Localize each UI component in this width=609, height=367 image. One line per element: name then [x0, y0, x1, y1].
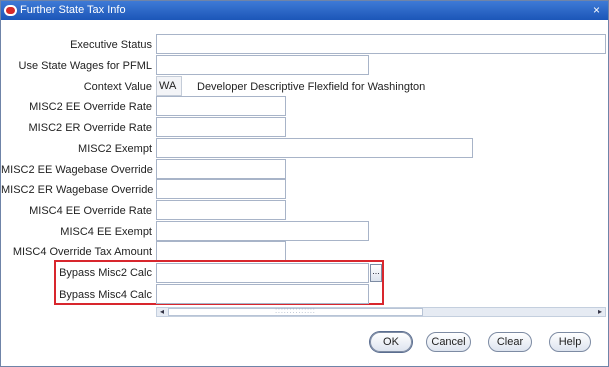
close-icon[interactable]: × [589, 3, 604, 17]
further-state-tax-info-window: Further State Tax Info × Executive Statu… [0, 0, 609, 367]
title-bar[interactable]: Further State Tax Info × [1, 1, 608, 20]
misc4-ee-exempt-field[interactable] [156, 221, 369, 241]
horizontal-scrollbar[interactable]: ◂ ⁚⁚⁚⁚⁚⁚⁚⁚⁚⁚⁚⁚⁚⁚ ▸ [156, 307, 606, 317]
context-value-description: Developer Descriptive Flexfield for Wash… [197, 81, 426, 93]
context-value-field[interactable]: WA [156, 76, 182, 96]
use-state-wages-pfml-label: Use State Wages for PFML [18, 60, 152, 72]
misc4-override-tax-amount-label: MISC4 Override Tax Amount [12, 246, 152, 258]
list-of-values-button[interactable]: ... [370, 264, 382, 282]
oracle-logo-icon [4, 5, 17, 16]
executive-status-label: Executive Status [70, 39, 152, 51]
misc2-er-override-rate-field[interactable] [156, 117, 286, 137]
misc2-ee-wagebase-override-field[interactable] [156, 159, 286, 179]
scroll-right-icon[interactable]: ▸ [595, 308, 605, 316]
bypass-misc4-calc-field[interactable] [156, 284, 369, 304]
misc2-exempt-field[interactable] [156, 138, 473, 158]
bypass-misc2-calc-label: Bypass Misc2 Calc [59, 267, 152, 279]
misc2-er-wagebase-override-label: MISC2 ER Wagebase Override [1, 184, 154, 196]
misc4-ee-exempt-label: MISC4 EE Exempt [60, 226, 152, 238]
ok-button[interactable]: OK [370, 332, 412, 352]
misc2-ee-override-rate-field[interactable] [156, 96, 286, 116]
scroll-left-icon[interactable]: ◂ [157, 308, 167, 316]
misc2-er-wagebase-override-field[interactable] [156, 179, 286, 199]
misc2-ee-wagebase-override-label: MISC2 EE Wagebase Override [1, 164, 153, 176]
misc4-ee-override-rate-label: MISC4 EE Override Rate [29, 205, 152, 217]
cancel-button[interactable]: Cancel [426, 332, 471, 352]
misc4-override-tax-amount-field[interactable] [156, 241, 286, 261]
use-state-wages-pfml-field[interactable] [156, 55, 369, 75]
executive-status-field[interactable] [156, 34, 606, 54]
scrollbar-thumb[interactable]: ⁚⁚⁚⁚⁚⁚⁚⁚⁚⁚⁚⁚⁚⁚ [168, 308, 423, 316]
bypass-misc2-calc-field[interactable] [156, 263, 369, 283]
help-button[interactable]: Help [549, 332, 591, 352]
window-title: Further State Tax Info [20, 4, 126, 16]
bypass-misc4-calc-label: Bypass Misc4 Calc [59, 289, 152, 301]
misc4-ee-override-rate-field[interactable] [156, 200, 286, 220]
context-value-label: Context Value [83, 81, 152, 93]
misc2-er-override-rate-label: MISC2 ER Override Rate [28, 122, 152, 134]
clear-button[interactable]: Clear [488, 332, 532, 352]
misc2-exempt-label: MISC2 Exempt [78, 143, 152, 155]
misc2-ee-override-rate-label: MISC2 EE Override Rate [29, 101, 152, 113]
